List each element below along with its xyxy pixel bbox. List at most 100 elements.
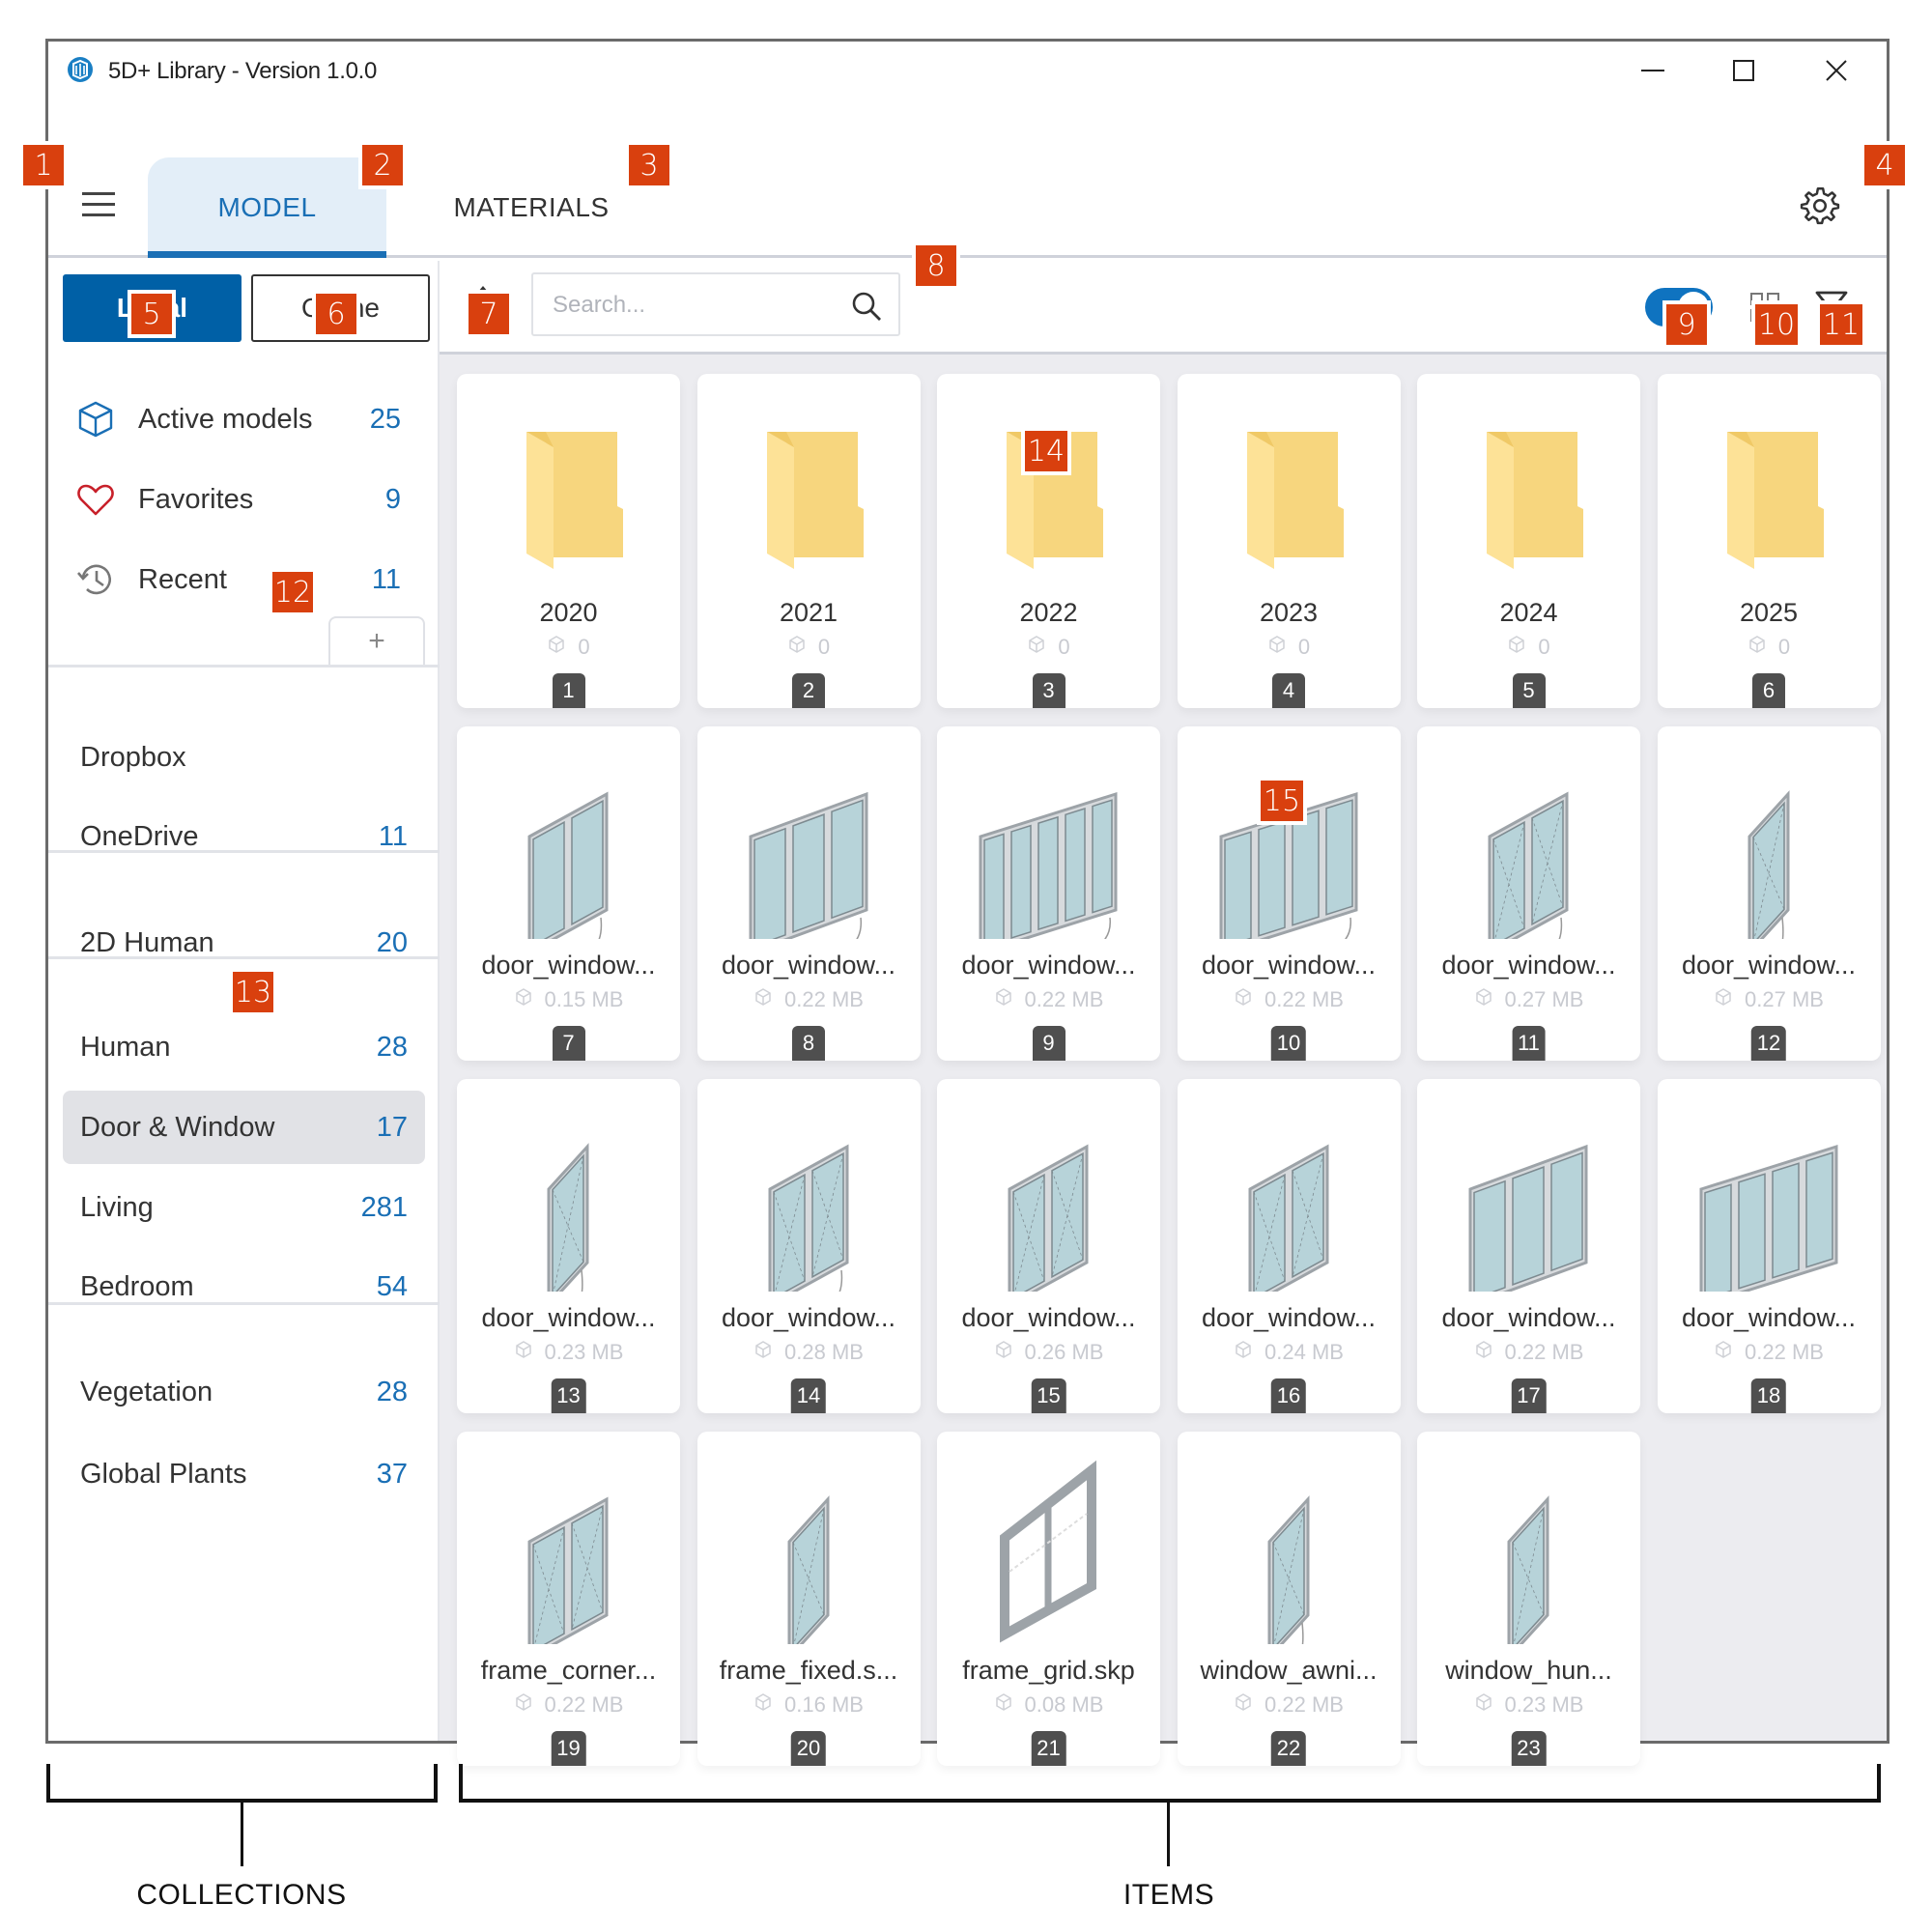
item-meta: 0.22 MB — [457, 1692, 680, 1718]
item-index-badge: 21 — [1031, 1731, 1066, 1766]
quick-link-active-models[interactable]: Active models 25 — [48, 381, 440, 458]
collection-count: 37 — [376, 1458, 408, 1490]
item-size: 0 — [578, 635, 590, 659]
item-size: 0.27 MB — [1745, 987, 1824, 1011]
model-card[interactable]: frame_grid.skp 0.08 MB 21 — [937, 1432, 1160, 1766]
model-thumbnail — [956, 746, 1141, 958]
collection-label: Living — [80, 1191, 154, 1223]
item-size: 0.22 MB — [1504, 1340, 1584, 1364]
tab-model[interactable]: MODEL — [148, 157, 386, 258]
item-meta: 0.22 MB — [697, 987, 921, 1012]
cube-icon — [1747, 635, 1767, 660]
collection-item[interactable]: Global Plants 37 — [63, 1437, 425, 1511]
model-card[interactable]: door_window... 0.28 MB 14 — [696, 1079, 921, 1413]
collection-item-active[interactable]: Door & Window 17 — [63, 1091, 425, 1164]
maximize-icon — [1733, 60, 1754, 81]
menu-hamburger-icon[interactable] — [82, 192, 115, 217]
search-icon[interactable] — [850, 290, 883, 323]
model-card[interactable]: door_window... 0.22 MB 9 — [937, 726, 1160, 1061]
collection-label: Vegetation — [80, 1376, 213, 1407]
cube-icon — [514, 1340, 533, 1365]
callout-marker: 12 — [269, 568, 317, 616]
collection-count: 20 — [376, 926, 408, 958]
folder-card[interactable]: 2025 0 6 — [1657, 374, 1881, 708]
model-card[interactable]: frame_fixed.s... 0.16 MB 20 — [696, 1432, 921, 1766]
model-card[interactable]: window_awni... 0.22 MB 22 — [1177, 1432, 1401, 1766]
callout-marker: 13 — [229, 968, 277, 1016]
model-card[interactable]: door_window... 0.24 MB 16 — [1177, 1079, 1401, 1413]
item-name: window_awni... — [1200, 1656, 1378, 1685]
item-size: 0 — [1777, 635, 1791, 659]
model-card[interactable]: door_window... 0.22 MB 8 — [696, 726, 921, 1061]
item-size: 0.22 MB — [544, 1692, 624, 1717]
item-index-badge: 23 — [1511, 1731, 1547, 1766]
item-meta: 0.24 MB — [1178, 1340, 1401, 1365]
model-thumbnail — [956, 1098, 1141, 1308]
item-index-badge: 12 — [1750, 1026, 1787, 1061]
quick-link-favorites[interactable]: Favorites 9 — [48, 461, 440, 538]
model-thumbnail — [476, 1098, 661, 1311]
tab-materials[interactable]: MATERIALS — [435, 157, 628, 258]
callout-marker: 15 — [1257, 777, 1307, 825]
model-card[interactable]: window_hun... 0.23 MB 23 — [1417, 1432, 1640, 1766]
item-meta: 0.22 MB — [1658, 1340, 1881, 1365]
model-card[interactable]: door_window... 0.26 MB 15 — [937, 1079, 1160, 1413]
item-size: 0.23 MB — [544, 1340, 624, 1364]
add-collection-button[interactable]: + — [328, 616, 425, 665]
item-index-badge: 20 — [790, 1731, 827, 1766]
collection-label: 2D Human — [80, 926, 214, 958]
collection-item[interactable]: Living 281 — [63, 1171, 425, 1244]
model-card[interactable]: door_window... 0.22 MB 10 — [1177, 726, 1401, 1061]
folder-card[interactable]: 2024 0 5 — [1417, 374, 1640, 708]
item-name: frame_fixed.s... — [719, 1656, 898, 1685]
settings-gear-icon[interactable] — [1800, 185, 1840, 225]
item-name: 2020 — [539, 598, 598, 627]
close-button[interactable] — [1807, 51, 1865, 90]
collection-item[interactable]: Bedroom 54 — [63, 1250, 425, 1323]
model-card[interactable]: door_window... 0.22 MB 18 — [1657, 1079, 1881, 1413]
minimize-button[interactable] — [1624, 51, 1682, 90]
model-thumbnail — [1677, 1098, 1861, 1308]
collection-item[interactable]: 2D Human 20 — [63, 906, 425, 980]
collection-count: 11 — [378, 820, 408, 852]
collection-count: 28 — [376, 1376, 408, 1407]
callout-marker: 4 — [1861, 141, 1909, 189]
folder-card[interactable]: 2020 0 1 — [457, 374, 680, 708]
model-thumbnail — [1197, 1098, 1381, 1308]
divider — [48, 850, 440, 853]
search-box — [531, 272, 900, 336]
item-name: door_window... — [481, 951, 656, 980]
cube-icon — [1714, 987, 1733, 1012]
item-index-badge: 9 — [1032, 1026, 1065, 1061]
collection-item[interactable]: Dropbox — [63, 721, 425, 794]
folder-card[interactable]: 2022 0 3 — [937, 374, 1160, 708]
model-thumbnail — [1677, 746, 1861, 958]
folder-icon — [476, 393, 661, 586]
items-bracket-stem — [1167, 1803, 1170, 1866]
maximize-button[interactable] — [1715, 51, 1773, 90]
model-card[interactable]: frame_corner... 0.22 MB 19 — [457, 1432, 680, 1766]
model-card[interactable]: door_window... 0.27 MB 12 — [1657, 726, 1881, 1061]
callout-marker: 8 — [912, 242, 960, 290]
folder-card[interactable]: 2023 0 4 — [1177, 374, 1401, 708]
search-input[interactable] — [553, 288, 842, 323]
item-index-badge: 11 — [1512, 1026, 1546, 1061]
collection-item[interactable]: OneDrive 11 — [63, 800, 425, 873]
model-card[interactable]: door_window... 0.22 MB 17 — [1417, 1079, 1640, 1413]
folder-card[interactable]: 2021 0 2 — [696, 374, 921, 708]
item-name: door_window... — [961, 1303, 1136, 1332]
collection-item[interactable]: Vegetation 28 — [63, 1355, 425, 1429]
collection-item[interactable]: Human 28 — [63, 1010, 425, 1084]
item-name: frame_grid.skp — [962, 1656, 1135, 1685]
cube-icon — [787, 635, 807, 660]
model-card[interactable]: door_window... 0.23 MB 13 — [457, 1079, 680, 1413]
items-annotation-label: ITEMS — [1122, 1879, 1215, 1911]
model-card[interactable]: door_window... 0.27 MB 11 — [1417, 726, 1640, 1061]
quick-link-recent[interactable]: Recent 11 — [48, 541, 440, 618]
cube-icon — [753, 1692, 773, 1718]
cube-icon — [1474, 1692, 1493, 1718]
model-thumbnail — [1436, 1451, 1621, 1662]
item-size: 0.22 MB — [784, 987, 864, 1011]
item-index-badge: 5 — [1512, 673, 1546, 708]
model-card[interactable]: door_window... 0.15 MB 7 — [457, 726, 680, 1061]
